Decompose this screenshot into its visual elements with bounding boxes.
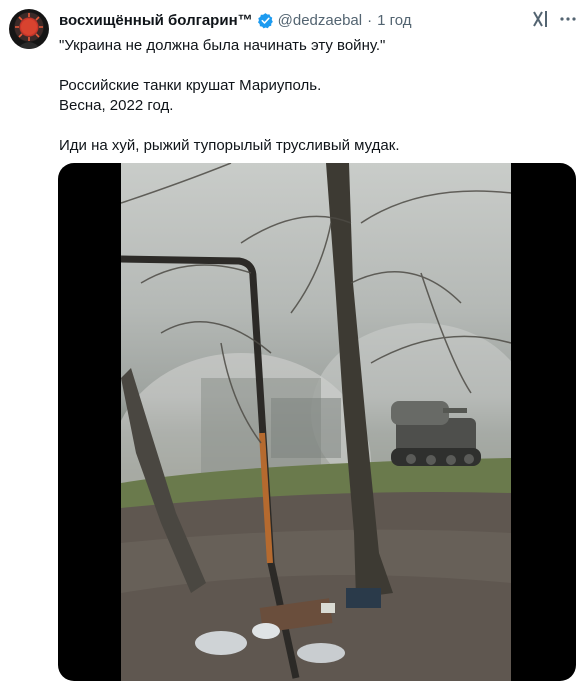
- tweet: восхищённый болгарин™ @dedzaebal · 1 год…: [0, 0, 582, 683]
- tweet-header: восхищённый болгарин™ @dedzaebal · 1 год: [59, 10, 412, 30]
- more-options-icon[interactable]: [558, 9, 578, 29]
- tweet-line-date: Весна, 2022 год.: [59, 97, 174, 114]
- grok-icon[interactable]: [531, 9, 551, 29]
- avatar[interactable]: [9, 9, 49, 49]
- tweet-line-quote: "Украина не должна была начинать эту вой…: [59, 37, 386, 54]
- tank-scene-illustration: [121, 163, 511, 681]
- video-frame[interactable]: [121, 163, 511, 681]
- user-handle[interactable]: @dedzaebal: [278, 12, 362, 29]
- display-name[interactable]: восхищённый болгарин™: [59, 12, 253, 29]
- red-sun-avatar-icon: [15, 13, 43, 49]
- verified-badge-icon: [257, 12, 273, 28]
- tweet-line-tanks: Российские танки крушат Мариуполь.: [59, 77, 322, 94]
- tweet-text: "Украина не должна была начинать эту вой…: [59, 36, 564, 156]
- timestamp[interactable]: 1 год: [377, 12, 411, 29]
- separator-dot: ·: [367, 11, 373, 29]
- tweet-line-insult: Иди на хуй, рыжий тупорылый трусливый му…: [59, 137, 400, 154]
- video-player[interactable]: [58, 163, 576, 681]
